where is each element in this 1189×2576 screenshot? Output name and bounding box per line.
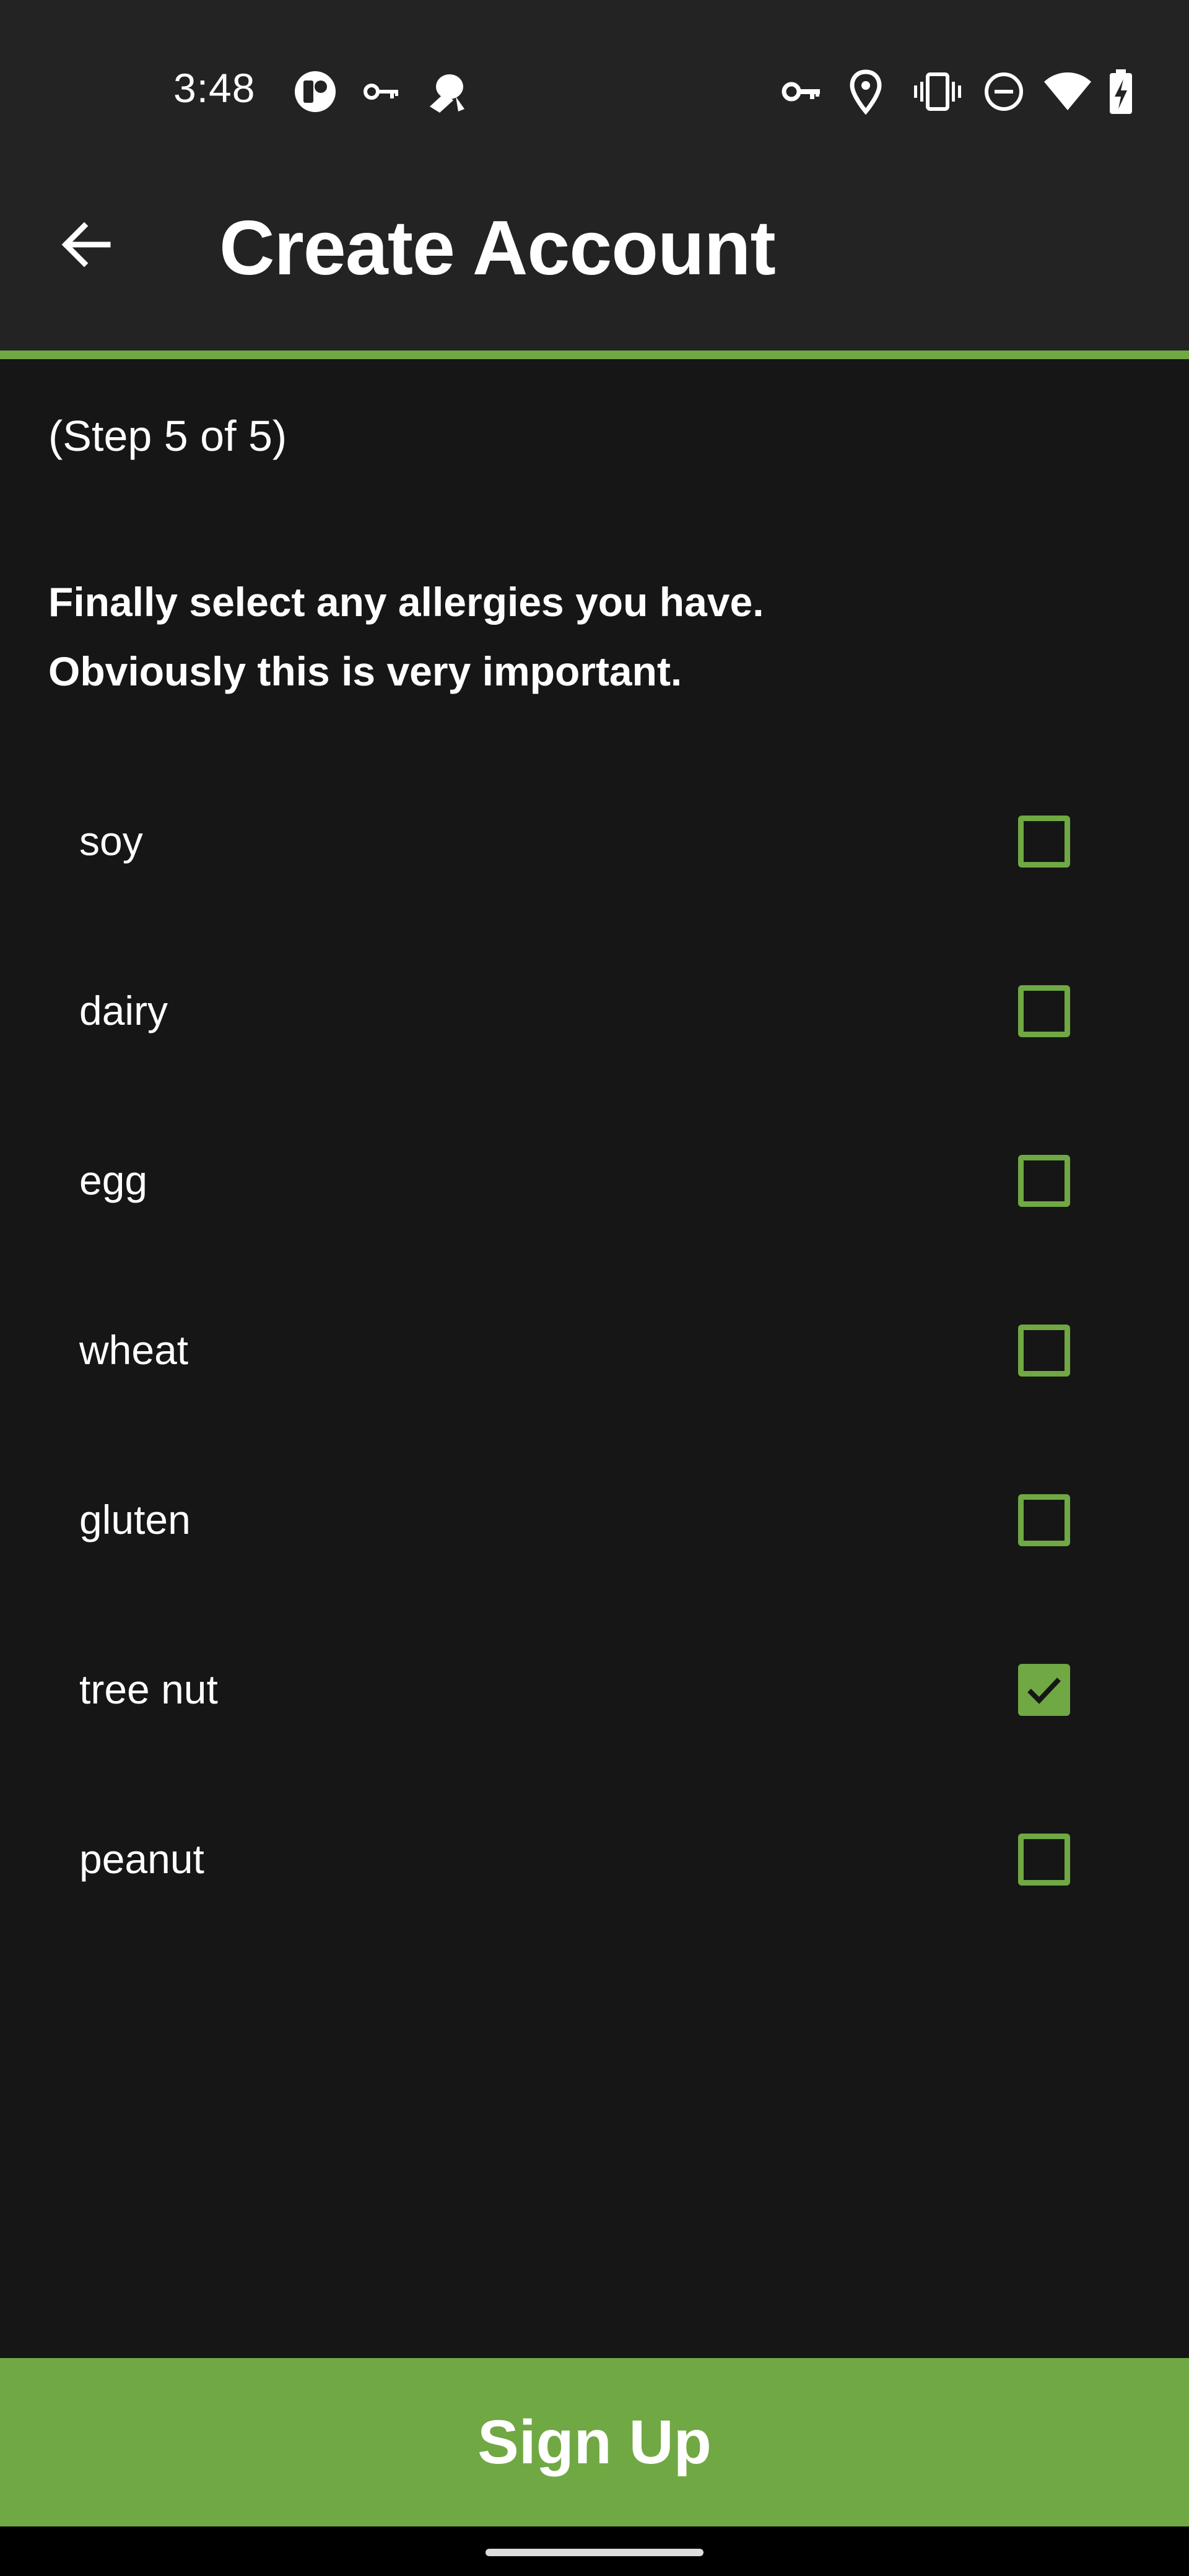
- allergy-item-dairy[interactable]: dairy: [0, 950, 1189, 1120]
- home-gesture-handle[interactable]: [486, 2549, 703, 2556]
- allergy-checkbox-egg[interactable]: [1018, 1155, 1070, 1207]
- allergy-label: dairy: [79, 988, 168, 1033]
- do-not-disturb-icon: [985, 72, 1023, 111]
- allergy-label: egg: [79, 1157, 148, 1203]
- vibrate-icon: [914, 72, 961, 111]
- allergy-item-tree-nut[interactable]: tree nut: [0, 1629, 1189, 1798]
- step-indicator: (Step 5 of 5): [48, 412, 287, 460]
- vpn-key-icon: [364, 84, 398, 100]
- allergy-item-wheat[interactable]: wheat: [0, 1289, 1189, 1459]
- back-button[interactable]: [40, 198, 133, 291]
- instructions: Finally select any allergies you have. O…: [48, 567, 764, 706]
- status-time: 3:48: [173, 65, 256, 111]
- battery-charging-icon: [1110, 69, 1132, 114]
- app-bar-accent-line: [0, 350, 1189, 359]
- allergy-item-soy[interactable]: soy: [0, 780, 1189, 950]
- back-arrow-icon: [61, 222, 111, 268]
- location-pin-icon: [850, 69, 882, 115]
- allergy-label: soy: [79, 818, 143, 864]
- allergy-checkbox-peanut[interactable]: [1018, 1834, 1070, 1886]
- sign-up-button[interactable]: Sign Up: [0, 2358, 1189, 2526]
- allergy-item-peanut[interactable]: peanut: [0, 1798, 1189, 1968]
- bug-icon: [430, 74, 464, 113]
- status-bar: 3:48: [0, 0, 1189, 180]
- allergy-checkbox-gluten[interactable]: [1018, 1494, 1070, 1546]
- allergy-checkbox-tree-nut[interactable]: [1018, 1664, 1070, 1716]
- app-notification-icon: [295, 71, 336, 112]
- allergy-checkbox-dairy[interactable]: [1018, 985, 1070, 1037]
- page-title: Create Account: [219, 206, 776, 291]
- allergy-item-gluten[interactable]: gluten: [0, 1459, 1189, 1629]
- allergy-label: gluten: [79, 1497, 191, 1543]
- allergy-label: peanut: [79, 1836, 204, 1882]
- allergy-list: soy dairy egg wheat gluten tree nut pean…: [0, 780, 1189, 1968]
- allergy-checkbox-soy[interactable]: [1018, 816, 1070, 868]
- instructions-line-1: Finally select any allergies you have.: [48, 579, 764, 625]
- allergy-label: tree nut: [79, 1666, 218, 1712]
- checkmark-icon: [1027, 1677, 1061, 1704]
- allergy-label: wheat: [79, 1327, 189, 1373]
- allergy-item-egg[interactable]: egg: [0, 1120, 1189, 1289]
- instructions-line-2: Obviously this is very important.: [48, 648, 682, 694]
- vpn-key-icon: [782, 82, 820, 102]
- allergy-checkbox-wheat[interactable]: [1018, 1325, 1070, 1377]
- wifi-icon: [1044, 72, 1091, 110]
